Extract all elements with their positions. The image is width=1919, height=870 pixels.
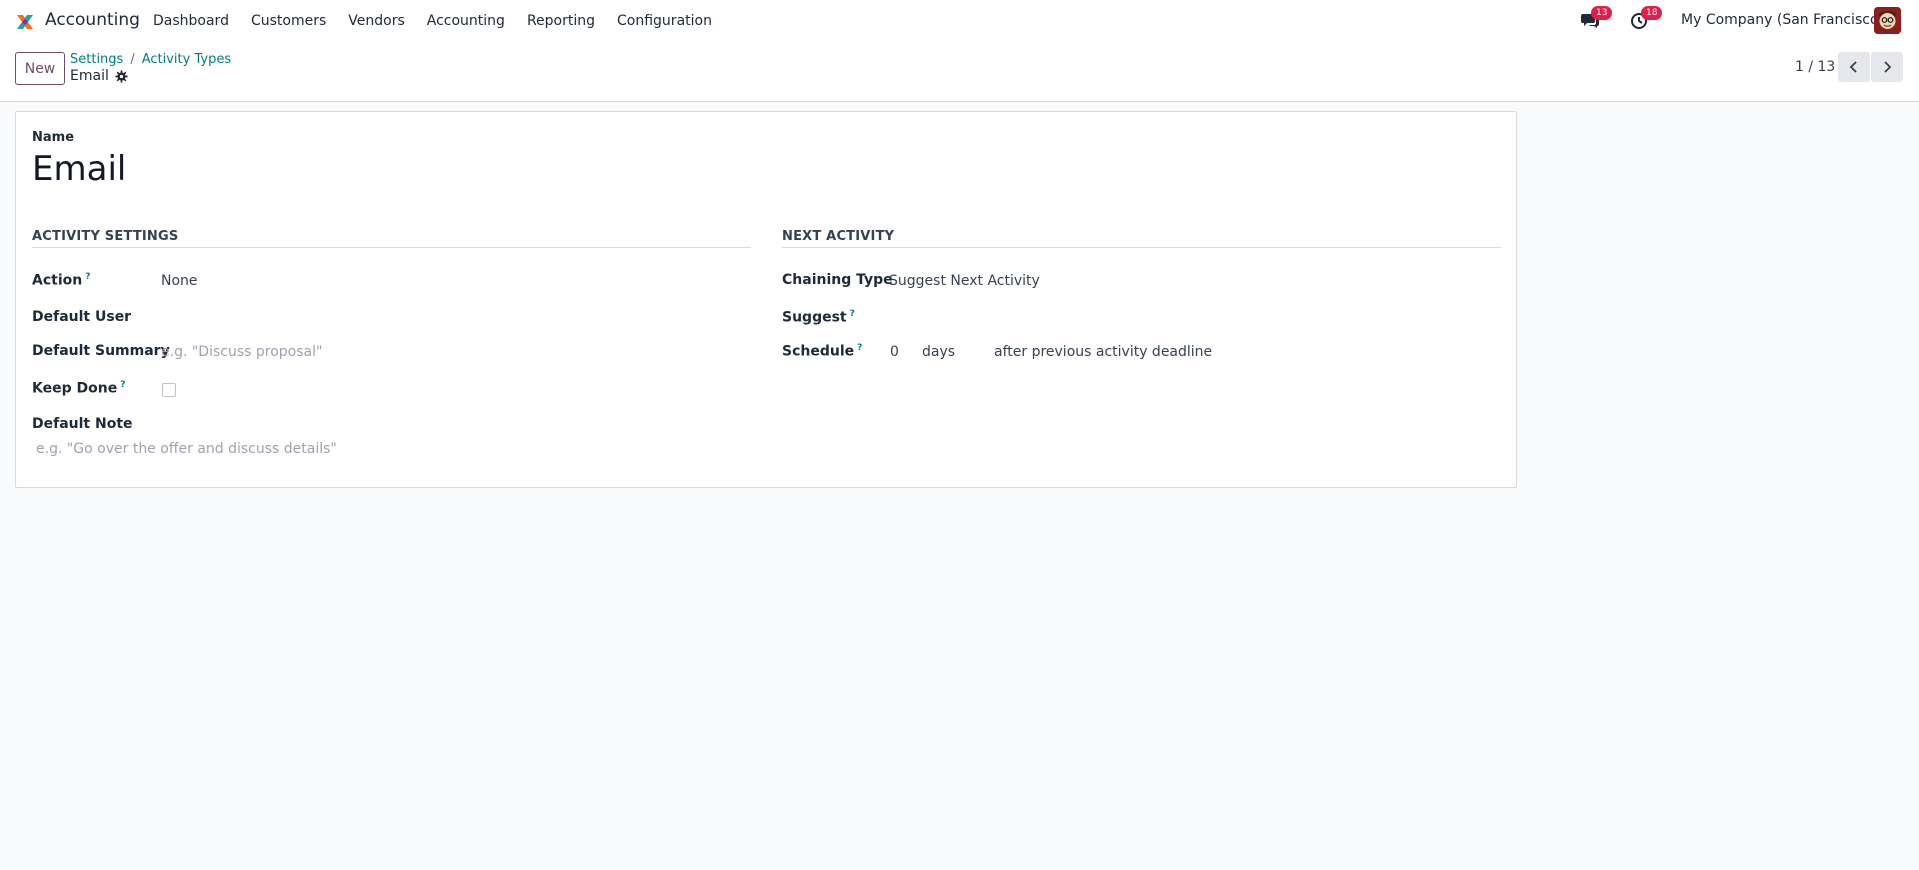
schedule-from-select[interactable]: after previous activity deadline bbox=[994, 344, 1212, 360]
activities-button[interactable]: 18 bbox=[1630, 6, 1663, 32]
activity-settings-title: ACTIVITY SETTINGS bbox=[32, 229, 179, 244]
help-icon[interactable]: ? bbox=[85, 272, 90, 282]
default-note-input[interactable]: e.g. "Go over the offer and discuss deta… bbox=[36, 441, 337, 457]
default-summary-label: Default Summary bbox=[32, 343, 170, 359]
activities-count-badge: 18 bbox=[1641, 6, 1663, 20]
form-sheet: Name Email ACTIVITY SETTINGS Action? Non… bbox=[15, 111, 1517, 488]
app-logo-icon[interactable] bbox=[15, 12, 35, 32]
menu-customers[interactable]: Customers bbox=[240, 13, 337, 29]
help-icon[interactable]: ? bbox=[120, 380, 125, 390]
name-field[interactable]: Email bbox=[32, 149, 126, 189]
schedule-unit-select[interactable]: days bbox=[922, 344, 955, 360]
messages-button[interactable]: 13 bbox=[1580, 6, 1613, 32]
app-name[interactable]: Accounting bbox=[45, 10, 140, 30]
action-field[interactable]: None bbox=[161, 273, 198, 289]
top-navbar: Accounting Dashboard Customers Vendors A… bbox=[0, 0, 1919, 42]
schedule-label: Schedule? bbox=[782, 343, 863, 360]
help-icon[interactable]: ? bbox=[850, 309, 855, 319]
avatar-face-icon bbox=[1874, 7, 1901, 34]
chevron-right-icon bbox=[1884, 61, 1892, 73]
menu-reporting[interactable]: Reporting bbox=[516, 13, 606, 29]
user-avatar[interactable] bbox=[1874, 7, 1901, 34]
control-panel: New Settings / Activity Types Email 1 / 13 bbox=[0, 42, 1919, 102]
next-activity-title: NEXT ACTIVITY bbox=[782, 229, 895, 244]
suggest-field[interactable] bbox=[889, 309, 1499, 329]
pager-previous-button[interactable] bbox=[1838, 52, 1870, 82]
menu-accounting[interactable]: Accounting bbox=[416, 13, 516, 29]
chaining-type-label: Chaining Type bbox=[782, 272, 893, 288]
default-user-label: Default User bbox=[32, 309, 132, 325]
record-title-text: Email bbox=[70, 68, 109, 84]
chevron-left-icon bbox=[1849, 61, 1857, 73]
pager-value[interactable]: 1 / 13 bbox=[1795, 59, 1835, 75]
chaining-type-field[interactable]: Suggest Next Activity bbox=[889, 273, 1040, 289]
menu-dashboard[interactable]: Dashboard bbox=[142, 13, 240, 29]
help-icon[interactable]: ? bbox=[857, 343, 862, 353]
keep-done-label: Keep Done? bbox=[32, 380, 126, 397]
menu-configuration[interactable]: Configuration bbox=[606, 13, 723, 29]
action-label: Action? bbox=[32, 272, 91, 289]
default-note-label: Default Note bbox=[32, 416, 133, 432]
record-title: Email bbox=[70, 68, 128, 84]
default-user-field[interactable] bbox=[161, 309, 746, 329]
keep-done-checkbox[interactable] bbox=[162, 383, 176, 397]
breadcrumb: Settings / Activity Types bbox=[70, 52, 231, 67]
breadcrumb-activity-types[interactable]: Activity Types bbox=[142, 52, 231, 67]
activity-settings-divider bbox=[32, 247, 751, 248]
breadcrumb-separator: / bbox=[130, 52, 135, 67]
messages-count-badge: 13 bbox=[1591, 6, 1613, 20]
menu-vendors[interactable]: Vendors bbox=[337, 13, 415, 29]
new-button[interactable]: New bbox=[15, 52, 65, 85]
main-menu: Dashboard Customers Vendors Accounting R… bbox=[142, 0, 723, 42]
next-activity-divider bbox=[782, 247, 1501, 248]
default-summary-input[interactable]: e.g. "Discuss proposal" bbox=[161, 344, 322, 360]
pager-next-button[interactable] bbox=[1871, 52, 1903, 82]
company-switcher[interactable]: My Company (San Francisco) bbox=[1681, 12, 1884, 28]
breadcrumb-settings[interactable]: Settings bbox=[70, 52, 123, 67]
schedule-delay-input[interactable]: 0 bbox=[890, 344, 899, 360]
gear-icon[interactable] bbox=[115, 69, 128, 83]
name-label: Name bbox=[32, 130, 75, 145]
suggest-label: Suggest? bbox=[782, 309, 855, 326]
